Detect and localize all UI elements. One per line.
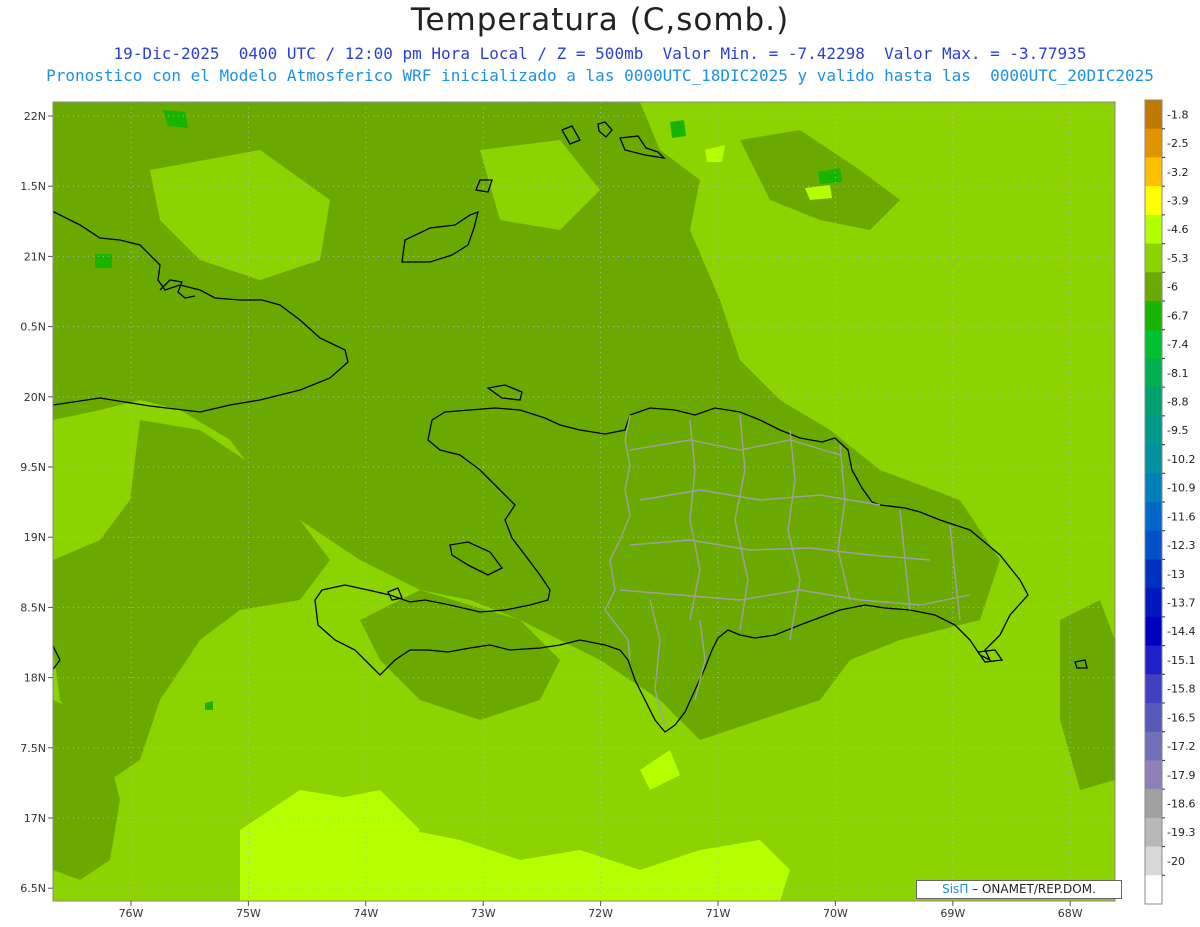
- colorbar-label: -16.5: [1167, 711, 1195, 724]
- colorbar-swatch: [1145, 301, 1162, 331]
- colorbar-swatch: [1145, 875, 1162, 905]
- credit-brand: SisΠ: [942, 882, 969, 896]
- colorbar-label: -3.9: [1167, 195, 1188, 208]
- colorbar-swatch: [1145, 846, 1162, 876]
- colorbar-swatch: [1145, 329, 1162, 359]
- lat-tick-label: 0.5N: [20, 321, 46, 334]
- map-figure: 22N 1.5N 21N 0.5N 20N 9.5N 19N 8.5N 18N 7.5N 17N 6.…: [20, 99, 1195, 920]
- lat-tick-label: 1.5N: [20, 180, 46, 193]
- colorbar-label: -11.6: [1167, 510, 1195, 523]
- lon-tick-label: 72W: [588, 907, 613, 920]
- colorbar-swatch: [1145, 645, 1162, 675]
- colorbar-label: -2.5: [1167, 137, 1188, 150]
- field-cold-spot-3: [670, 120, 686, 138]
- colorbar-label: -17.2: [1167, 740, 1195, 753]
- colorbar-label: -10.9: [1167, 482, 1195, 495]
- longitude-axis: 76W 75W 74W 73W 72W 71W 70W 69W 68W: [119, 901, 1083, 920]
- colorbar-swatch: [1145, 243, 1162, 273]
- lon-tick-label: 68W: [1058, 907, 1083, 920]
- colorbar-label: -15.1: [1167, 654, 1195, 667]
- lat-tick-label: 6.5N: [20, 882, 46, 895]
- lon-tick-label: 69W: [940, 907, 965, 920]
- credit-text: – ONAMET/REP.DOM.: [972, 882, 1096, 896]
- latitude-axis: 22N 1.5N 21N 0.5N 20N 9.5N 19N 8.5N 18N 7.5N 17N 6.…: [20, 110, 53, 895]
- colorbar-swatch: [1145, 157, 1162, 187]
- colorbar-label: -13.7: [1167, 597, 1195, 610]
- colorbar-label: -15.8: [1167, 683, 1195, 696]
- colorbar-swatch: [1145, 473, 1162, 503]
- lon-tick-label: 74W: [353, 907, 378, 920]
- colorbar-swatch: [1145, 444, 1162, 474]
- temperature-field: [53, 102, 1115, 901]
- colorbar-label: -20: [1167, 855, 1185, 868]
- colorbar-swatch: [1145, 387, 1162, 417]
- lat-tick-label: 8.5N: [20, 601, 46, 614]
- colorbar-label: -9.5: [1167, 424, 1188, 437]
- lat-tick-label: 17N: [24, 812, 46, 825]
- credit-box: SisΠ – ONAMET/REP.DOM.: [916, 880, 1122, 899]
- colorbar-swatch: [1145, 530, 1162, 560]
- colorbar-label: -18.6: [1167, 798, 1195, 811]
- colorbar-swatch: [1145, 760, 1162, 790]
- colorbar-swatch: [1145, 731, 1162, 761]
- lat-tick-label: 18N: [24, 672, 46, 685]
- colorbar-swatch: [1145, 358, 1162, 388]
- colorbar-swatch: [1145, 616, 1162, 647]
- lon-tick-label: 76W: [119, 907, 144, 920]
- lat-tick-label: 20N: [24, 391, 46, 404]
- colorbar-swatch: [1145, 502, 1162, 532]
- colorbar-label: -6: [1167, 281, 1178, 294]
- lon-tick-label: 75W: [236, 907, 261, 920]
- colorbar-label: -17.9: [1167, 769, 1195, 782]
- colorbar-label: -12.3: [1167, 539, 1195, 552]
- colorbar-label: -4.6: [1167, 223, 1188, 236]
- colorbar-swatch: [1145, 674, 1162, 704]
- lon-tick-label: 73W: [471, 907, 496, 920]
- colorbar-swatch: [1145, 214, 1162, 245]
- colorbar-swatch: [1145, 559, 1162, 589]
- colorbar-swatch: [1145, 703, 1162, 733]
- colorbar-swatch: [1145, 128, 1162, 158]
- colorbar-swatch: [1145, 415, 1162, 446]
- lat-tick-label: 21N: [24, 250, 46, 263]
- lat-tick-label: 22N: [24, 110, 46, 123]
- colorbar-label: -19.3: [1167, 826, 1195, 839]
- colorbar-label: -8.1: [1167, 367, 1188, 380]
- colorbar-swatch: [1145, 817, 1162, 848]
- lat-tick-label: 7.5N: [20, 742, 46, 755]
- colorbar-swatch: [1145, 100, 1162, 130]
- lat-tick-label: 9.5N: [20, 461, 46, 474]
- colorbar-swatch: [1145, 789, 1162, 819]
- colorbar-label: -14.4: [1167, 625, 1195, 638]
- lat-tick-label: 19N: [24, 531, 46, 544]
- colorbar: -1.8 -2.5 -3.2 -3.9 -4.6 -5.3 -6 -6.7 -7.4 -8.1 -8…: [1144, 99, 1195, 905]
- colorbar-label: -3.2: [1167, 166, 1188, 179]
- lon-tick-label: 71W: [706, 907, 731, 920]
- colorbar-label: -5.3: [1167, 252, 1188, 265]
- colorbar-label: -7.4: [1167, 338, 1188, 351]
- colorbar-swatch: [1145, 588, 1162, 618]
- colorbar-label: -13: [1167, 568, 1185, 581]
- colorbar-label: -10.2: [1167, 453, 1195, 466]
- colorbar-swatch: [1145, 272, 1162, 302]
- colorbar-label: -6.7: [1167, 309, 1188, 322]
- colorbar-swatch: [1145, 186, 1162, 216]
- colorbar-label: -8.8: [1167, 396, 1188, 409]
- lon-tick-label: 70W: [823, 907, 848, 920]
- colorbar-label: -1.8: [1167, 108, 1188, 121]
